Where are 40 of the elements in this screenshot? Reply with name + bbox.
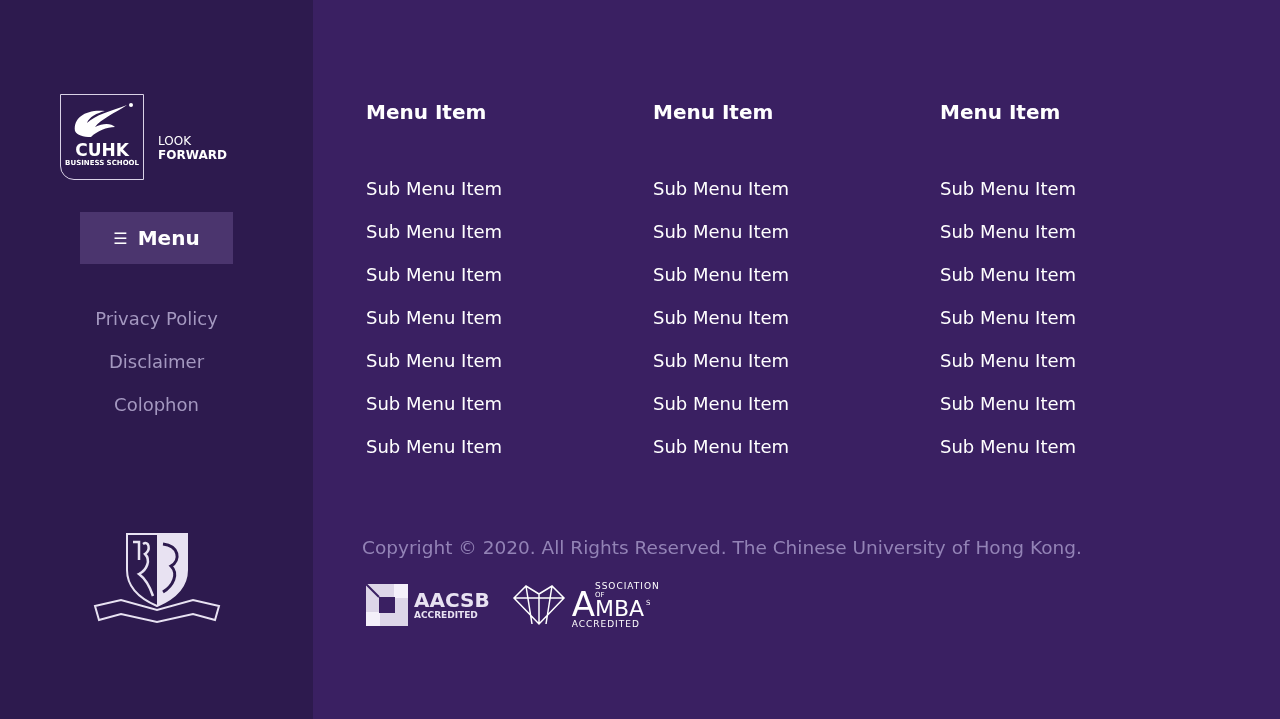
menu-heading: Menu Item <box>940 99 1062 126</box>
sub-menu-link[interactable]: Sub Menu Item <box>366 262 653 305</box>
tagline: LOOK <box>158 134 193 148</box>
accreditation-name: AACSB <box>414 590 490 610</box>
sub-menu-link[interactable]: Sub Menu Item <box>940 305 1227 348</box>
sub-menu-link[interactable]: Sub Menu Item <box>653 262 940 305</box>
aacsb-logo-icon <box>366 584 408 626</box>
footer-link[interactable]: Disclaimer <box>108 349 205 375</box>
sub-menu-link[interactable]: Sub Menu Item <box>940 391 1227 434</box>
sub-menu-link[interactable]: Sub Menu Item <box>940 434 1227 477</box>
menu-heading: Menu Item <box>366 99 488 126</box>
logo-name: CUHK <box>75 141 129 159</box>
amba-initial: A <box>571 589 595 619</box>
sub-menu-link[interactable]: Sub Menu Item <box>653 176 940 219</box>
sub-menu-link[interactable]: Sub Menu Item <box>366 305 653 348</box>
footer-link[interactable]: Colophon <box>114 392 199 418</box>
sub-menu-link[interactable]: Sub Menu Item <box>653 305 940 348</box>
sub-menu-link[interactable]: Sub Menu Item <box>653 219 940 262</box>
accreditation-name: MBA <box>594 599 645 619</box>
amba-association: SSOCIATION <box>594 581 660 591</box>
accreditation-label: ACCREDITED <box>571 619 641 629</box>
sub-menu-link[interactable]: Sub Menu Item <box>940 219 1227 262</box>
tagline: FORWARD <box>158 148 227 162</box>
sub-menu-link[interactable]: Sub Menu Item <box>366 219 653 262</box>
footer-link[interactable]: Privacy Policy <box>95 306 218 332</box>
sub-menu-link[interactable]: Sub Menu Item <box>940 176 1227 219</box>
copyright-text: Copyright © 2020. All Rights Reserved. The Chinese University of Hong Kong. <box>362 536 1083 560</box>
sub-menu-link[interactable]: Sub Menu Item <box>366 391 653 434</box>
menu-button[interactable]: ☰ Menu <box>80 212 233 264</box>
sub-menu-link[interactable]: Sub Menu Item <box>653 434 940 477</box>
accreditation-label: ACCREDITED <box>414 610 479 620</box>
sub-menu-link[interactable]: Sub Menu Item <box>653 348 940 391</box>
sub-menu-link[interactable]: Sub Menu Item <box>366 348 653 391</box>
sub-menu-link[interactable]: Sub Menu Item <box>366 434 653 477</box>
sub-menu-link[interactable]: Sub Menu Item <box>366 176 653 219</box>
sub-menu-link[interactable]: Sub Menu Item <box>940 348 1227 391</box>
sub-menu-link[interactable]: Sub Menu Item <box>653 391 940 434</box>
menu-heading: Menu Item <box>653 99 775 126</box>
diamond-heart-icon <box>511 584 566 626</box>
sub-menu-link[interactable]: Sub Menu Item <box>940 262 1227 305</box>
